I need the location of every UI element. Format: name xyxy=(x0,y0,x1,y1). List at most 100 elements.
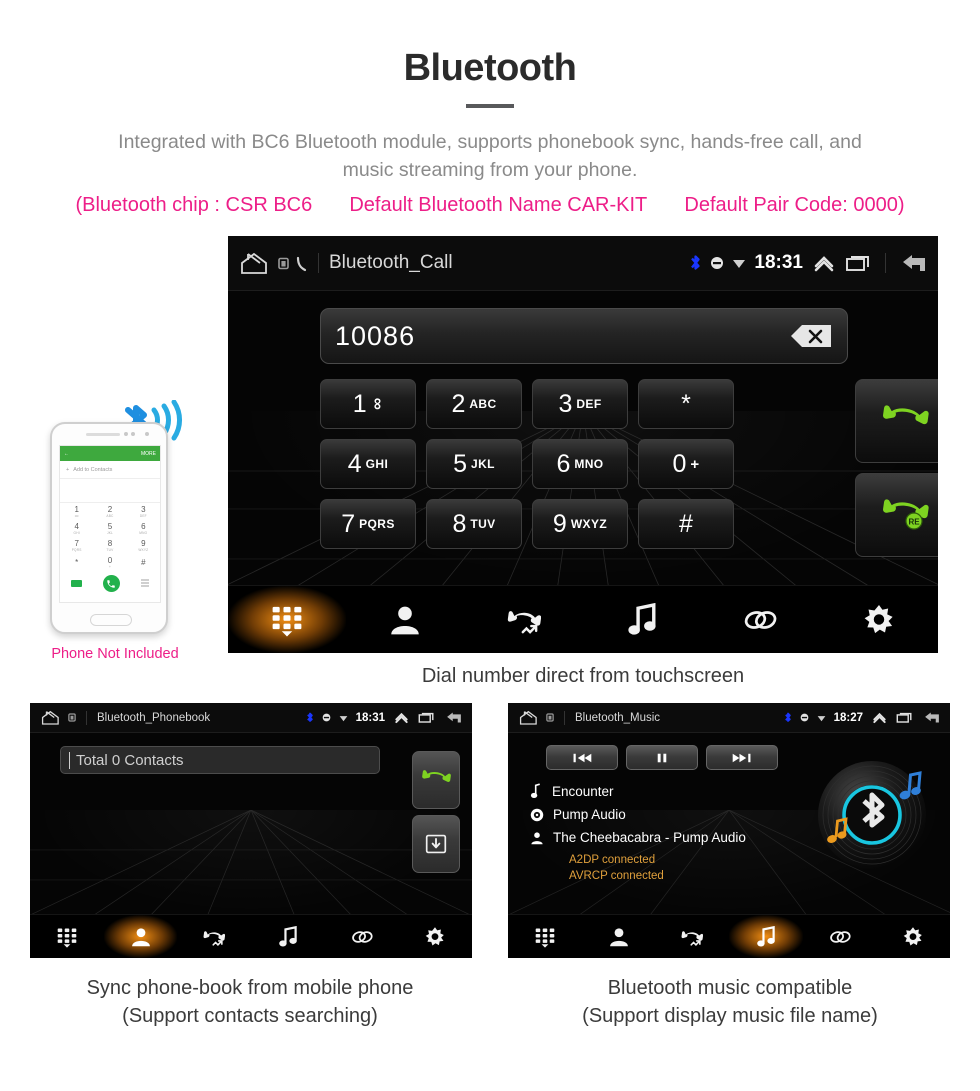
statusbar-divider-left xyxy=(318,253,319,273)
key-2[interactable]: 2 ABC xyxy=(426,379,522,429)
sim-icon xyxy=(68,713,76,722)
key-5[interactable]: 5 JKL xyxy=(426,439,522,489)
phone-key-sub: JKL xyxy=(106,530,114,535)
sim-icon xyxy=(546,713,554,722)
recents-icon[interactable] xyxy=(845,253,873,273)
keypad-row: 1 ∞ 2 ABC 3 DEF * xyxy=(320,379,848,429)
call-history-icon xyxy=(681,926,704,948)
nav-item-settings[interactable] xyxy=(820,586,938,653)
nav-item-link[interactable] xyxy=(325,915,399,958)
chevron-up-icon[interactable] xyxy=(871,711,888,724)
key-0[interactable]: 0 + xyxy=(638,439,734,489)
back-icon[interactable] xyxy=(444,710,464,725)
phone-key-digit: 0 xyxy=(107,555,113,565)
back-icon[interactable] xyxy=(922,710,942,725)
recents-icon[interactable] xyxy=(896,711,914,724)
key-9[interactable]: 9 WXYZ xyxy=(532,499,628,549)
music-note-icon xyxy=(757,925,775,946)
phonebook-sync-button[interactable] xyxy=(412,815,460,873)
keypad-icon xyxy=(272,606,302,636)
text-caret xyxy=(69,751,70,769)
main-navbar xyxy=(228,585,938,653)
music-note-icon xyxy=(279,925,297,946)
nav-item-settings[interactable] xyxy=(398,915,472,958)
home-icon[interactable] xyxy=(238,250,272,276)
nav-item-link[interactable] xyxy=(701,586,819,653)
phone-key-5: 5 JKL xyxy=(93,520,126,537)
key-digit: 0 xyxy=(672,449,687,478)
nav-item-call-history[interactable] xyxy=(655,915,729,958)
recents-icon[interactable] xyxy=(418,711,436,724)
nav-item-call-history[interactable] xyxy=(177,915,251,958)
phone-key-4: 4 GHI xyxy=(60,520,93,537)
phone-body: ← MORE + Add to Contacts 1 oo 2 ABC 3 DEF 4 GHI… xyxy=(50,422,168,634)
phone-key-9: 9 WXYZ xyxy=(127,537,160,554)
artist-name: The Cheebacabra - Pump Audio xyxy=(553,830,746,845)
key-8[interactable]: 8 TUV xyxy=(426,499,522,549)
contacts-search-input[interactable]: Total 0 Contacts xyxy=(60,746,380,774)
key-letters: WXYZ xyxy=(570,517,608,531)
key-digit: 6 xyxy=(556,449,571,478)
nav-item-music[interactable] xyxy=(729,915,803,958)
album-name: Pump Audio xyxy=(553,807,626,822)
call-icon xyxy=(422,770,451,782)
statusbar-right: 18:27 xyxy=(784,710,950,725)
key-star[interactable]: * xyxy=(638,379,734,429)
bluetooth-icon xyxy=(691,255,701,270)
phone-not-included-note: Phone Not Included xyxy=(51,646,179,662)
nav-item-music[interactable] xyxy=(583,586,701,653)
a2dp-status: A2DP connected xyxy=(569,854,656,866)
previous-button[interactable] xyxy=(546,745,618,770)
subtitle-line-2: music streaming from your phone. xyxy=(342,159,638,182)
nav-item-keypad[interactable] xyxy=(228,586,347,653)
contact-icon xyxy=(130,926,152,948)
nav-item-link[interactable] xyxy=(803,915,877,958)
nav-item-settings[interactable] xyxy=(876,915,950,958)
back-icon[interactable] xyxy=(898,251,930,275)
phone-icon xyxy=(296,256,307,271)
key-4[interactable]: 4 GHI xyxy=(320,439,416,489)
track-row: Encounter xyxy=(530,783,746,799)
key-3[interactable]: 3 DEF xyxy=(532,379,628,429)
redial-button[interactable]: RE xyxy=(855,473,938,557)
nav-item-keypad[interactable] xyxy=(508,915,582,958)
home-icon[interactable] xyxy=(40,709,62,726)
disc-icon xyxy=(530,808,544,821)
phone-key-6: 6 MNO xyxy=(127,520,160,537)
pause-button[interactable] xyxy=(626,745,698,770)
nav-item-contacts[interactable] xyxy=(103,915,178,958)
key-letters: + xyxy=(690,455,700,473)
contacts-count-label: Total 0 Contacts xyxy=(76,751,184,769)
dial-number-input[interactable]: 10086 xyxy=(320,308,848,364)
next-button[interactable] xyxy=(706,745,778,770)
key-1[interactable]: 1 ∞ xyxy=(320,379,416,429)
phone-sensor-1 xyxy=(124,432,128,436)
screen-title: Bluetooth_Call xyxy=(329,252,453,273)
call-history-icon xyxy=(507,603,541,637)
call-history-icon xyxy=(507,610,541,634)
home-icon[interactable] xyxy=(518,709,540,726)
chevron-up-icon[interactable] xyxy=(393,711,410,724)
key-digit: 4 xyxy=(347,449,362,478)
nav-item-call-history[interactable] xyxy=(465,586,583,653)
music-controls xyxy=(546,745,778,770)
nav-item-keypad[interactable] xyxy=(30,915,104,958)
gear-icon xyxy=(425,926,444,945)
phone-key-digit: 9 xyxy=(141,538,146,548)
phone-key-sub: PQRS xyxy=(71,547,82,552)
call-button[interactable] xyxy=(855,379,938,463)
phonebook-caption-line-2: (Support contacts searching) xyxy=(122,1005,378,1028)
key-7[interactable]: 7 PQRS xyxy=(320,499,416,549)
call-history-icon xyxy=(203,926,226,948)
music-note-icon xyxy=(755,925,777,948)
chevron-up-icon[interactable] xyxy=(811,253,837,273)
nav-item-contacts[interactable] xyxy=(582,915,656,958)
nav-item-contacts[interactable] xyxy=(346,586,464,653)
nav-item-music[interactable] xyxy=(251,915,325,958)
key-6[interactable]: 6 MNO xyxy=(532,439,628,489)
phone-add-contact-label: Add to Contacts xyxy=(73,466,113,473)
key-hash[interactable]: # xyxy=(638,499,734,549)
backspace-button[interactable] xyxy=(789,323,833,349)
phone-key-sub: WXYZ xyxy=(138,547,149,552)
phonebook-call-button[interactable] xyxy=(412,751,460,809)
